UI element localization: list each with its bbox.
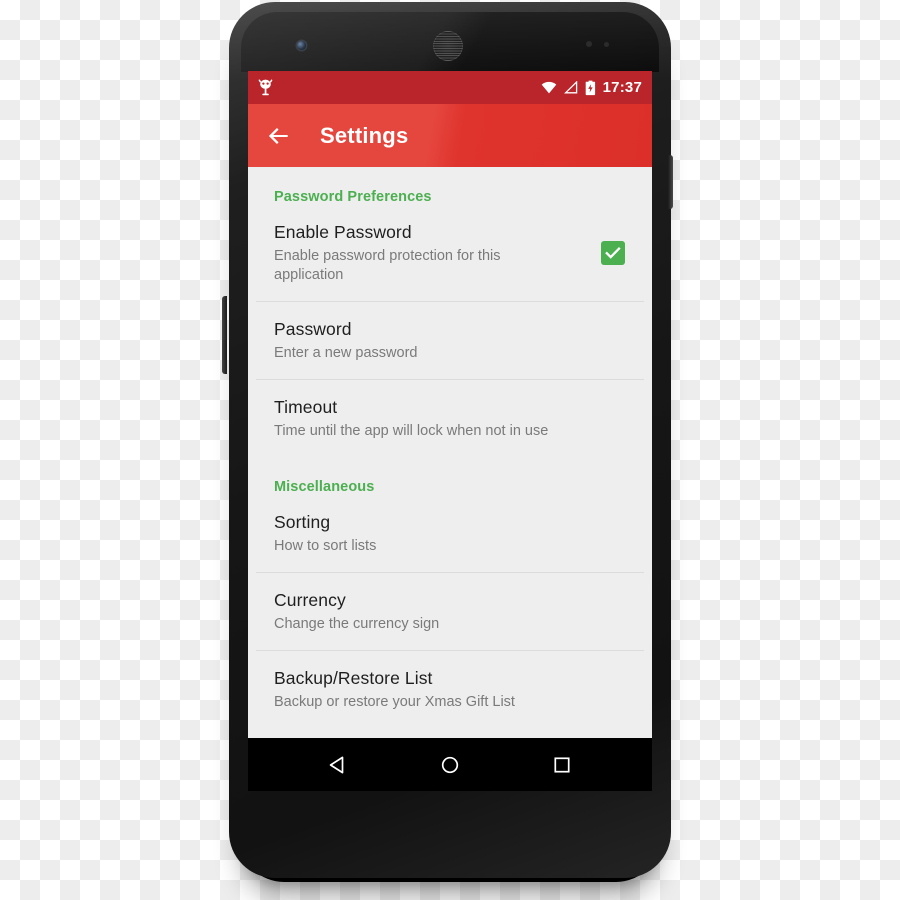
check-icon [605, 246, 621, 259]
proximity-sensor-icon [586, 41, 622, 49]
preference-title: Currency [274, 590, 346, 610]
category-header-miscellaneous: Miscellaneous [274, 479, 375, 495]
battery-charging-icon [585, 80, 595, 95]
preference-row-sorting[interactable]: Sorting How to sort lists [248, 495, 652, 572]
preference-row-timeout[interactable]: Timeout Time until the app will lock whe… [248, 380, 652, 457]
preference-row-password[interactable]: Password Enter a new password [248, 302, 652, 379]
preference-text: Enable Password Enable password protecti… [274, 221, 592, 285]
preference-title: Timeout [274, 397, 338, 417]
enable-password-checkbox[interactable] [601, 241, 625, 265]
preference-title: Backup/Restore List [274, 668, 433, 688]
preference-text: Password Enter a new password [274, 318, 634, 363]
preference-row-currency[interactable]: Currency Change the currency sign [248, 573, 652, 650]
settings-list: Password Preferences Enable Password Ena… [248, 167, 652, 728]
preference-text: Backup/Restore List Backup or restore yo… [274, 667, 634, 712]
navigation-bar [248, 738, 652, 791]
preference-text: Sorting How to sort lists [274, 511, 634, 556]
preference-title: Password [274, 319, 352, 339]
status-bar-icons: 17:37 [541, 79, 642, 96]
preference-summary: Backup or restore your Xmas Gift List [274, 694, 515, 710]
back-arrow-icon[interactable] [266, 123, 292, 149]
preference-summary: Enable password protection for this appl… [274, 248, 501, 283]
status-bar: 17:37 [248, 71, 652, 104]
preference-title: Enable Password [274, 222, 412, 242]
nav-recents-button[interactable] [539, 742, 585, 788]
home-circle-icon [441, 756, 459, 773]
preference-text: Currency Change the currency sign [274, 589, 634, 634]
preference-row-enable-password[interactable]: Enable Password Enable password protecti… [248, 205, 652, 301]
earpiece-speaker-icon [433, 31, 463, 61]
page-title: Settings [320, 122, 409, 148]
wifi-icon [541, 81, 556, 94]
status-bar-clock: 17:37 [602, 79, 642, 96]
preference-row-backup-restore-list[interactable]: Backup/Restore List Backup or restore yo… [248, 651, 652, 728]
nav-back-button[interactable] [315, 742, 361, 788]
preference-summary: Change the currency sign [274, 616, 440, 632]
volume-rocker-button[interactable] [222, 296, 227, 374]
preference-title: Sorting [274, 512, 331, 532]
preference-summary: Enter a new password [274, 345, 418, 361]
preference-summary: Time until the app will lock when not in… [274, 423, 549, 439]
app-bar: Settings [248, 104, 652, 167]
power-button[interactable] [668, 155, 673, 209]
back-triangle-icon [329, 756, 344, 773]
status-bar-notifications [258, 79, 273, 96]
phone-screen: 17:37 Settings Password Preferences Enab… [248, 71, 652, 791]
android-robot-icon [258, 79, 273, 96]
preference-widget [592, 241, 634, 265]
preference-summary: How to sort lists [274, 538, 377, 554]
recents-square-icon [554, 756, 570, 773]
nav-home-button[interactable] [427, 742, 473, 788]
signal-icon [563, 81, 577, 94]
front-camera-icon [297, 41, 306, 50]
preference-text: Timeout Time until the app will lock whe… [274, 396, 634, 441]
category-header-password-preferences: Password Preferences [274, 189, 432, 205]
